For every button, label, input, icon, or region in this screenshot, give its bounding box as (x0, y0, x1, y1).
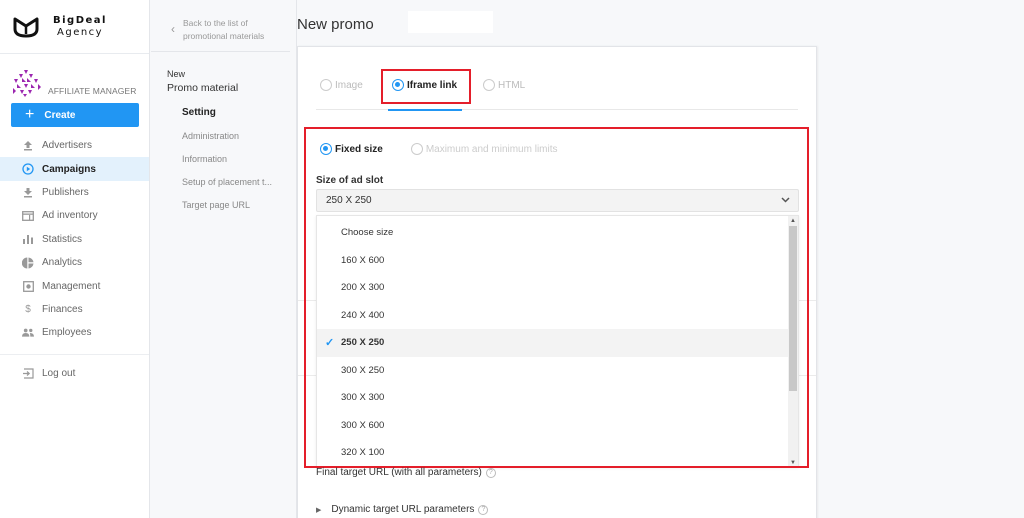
sidebar-item-employees[interactable]: Employees (0, 321, 149, 344)
subnav-item-placement-setup[interactable]: Setup of placement t... (182, 171, 296, 194)
plus-icon: + (25, 106, 35, 123)
sidebar-item-label: Publishers (42, 186, 89, 198)
sidebar-item-management[interactable]: Management (0, 274, 149, 297)
brand-subname: Agency (57, 26, 104, 38)
sidebar-item-label: Statistics (42, 233, 83, 245)
brand[interactable]: BigDeal Agency (0, 0, 149, 54)
secondary-nav: ‹ Back to the list of promotional materi… (151, 0, 297, 518)
subnav-item-setting[interactable]: Setting (182, 101, 296, 124)
sidebar-item-label: Management (42, 280, 101, 292)
create-label: Create (44, 109, 76, 121)
brand-name: BigDeal (53, 14, 107, 26)
help-icon[interactable]: ? (485, 467, 496, 478)
subnav-item-administration[interactable]: Administration (182, 124, 296, 147)
title-blank-field (408, 11, 493, 33)
logout-icon (22, 368, 34, 380)
avatar (13, 70, 41, 97)
sidebar-item-publishers[interactable]: Publishers (0, 181, 149, 204)
subnav-title-big: Promo material (167, 82, 239, 94)
radio-icon (320, 79, 332, 91)
sidebar-item-analytics[interactable]: Analytics (0, 251, 149, 274)
subnav-item-information[interactable]: Information (182, 147, 296, 170)
sidebar-item-campaigns[interactable]: Campaigns (0, 157, 149, 181)
caret-right-icon: ▶ (316, 506, 322, 514)
download-icon (22, 186, 34, 198)
sidebar-item-advertisers[interactable]: Advertisers (0, 134, 149, 157)
type-option-label: Image (335, 79, 363, 91)
sidebar-item-label: Ad inventory (42, 210, 98, 222)
create-button[interactable]: + Create (11, 103, 139, 127)
subnav-item-target-page-url[interactable]: Target page URL (182, 194, 296, 217)
sidebar-item-finances[interactable]: $ Finances (0, 298, 149, 321)
back-text-line2: promotional materials (183, 31, 265, 41)
subnav-title-small: New (167, 69, 186, 79)
settings-box-icon (22, 280, 34, 292)
type-option-label: HTML (498, 79, 526, 91)
sidebar-item-label: Analytics (42, 257, 83, 269)
sidebar-item-label: Employees (42, 327, 92, 339)
sidebar-divider (0, 354, 149, 355)
final-url-label: Final target URL (with all parameters) ? (316, 467, 496, 478)
active-tab-indicator (388, 109, 462, 111)
sidebar-item-ad-inventory[interactable]: Ad inventory (0, 204, 149, 227)
final-url-text: Final target URL (with all parameters) (316, 467, 482, 478)
back-text-line1: Back to the list of (183, 18, 248, 28)
upload-icon (22, 140, 34, 152)
radio-icon (483, 79, 495, 91)
sidebar-nav: Advertisers Campaigns Publishers Ad inve… (0, 134, 149, 345)
brand-logo-icon (13, 17, 39, 37)
user-role: AFFILIATE MANAGER (0, 54, 149, 98)
chevron-left-icon: ‹ (171, 22, 175, 36)
play-circle-icon (22, 163, 34, 175)
dynamic-params-toggle[interactable]: ▶ Dynamic target URL parameters ? (316, 504, 489, 515)
window-icon (22, 210, 34, 222)
logout-label: Log out (42, 368, 76, 380)
sidebar-item-label: Campaigns (42, 163, 96, 175)
logout-button[interactable]: Log out (0, 362, 149, 385)
sidebar-item-label: Finances (42, 303, 83, 315)
pie-chart-icon (22, 257, 34, 269)
page-title: New promo (297, 16, 374, 33)
highlight-box-size (304, 127, 809, 468)
sidebar-item-statistics[interactable]: Statistics (0, 228, 149, 251)
type-option-html[interactable]: HTML (483, 79, 525, 91)
main-sidebar: BigDeal Agency AFFILIATE MANAGER + Creat… (0, 0, 150, 518)
sidebar-item-label: Advertisers (42, 140, 93, 152)
role-label: AFFILIATE MANAGER (48, 86, 137, 96)
help-icon[interactable]: ? (478, 504, 489, 515)
dollar-icon: $ (25, 303, 31, 315)
bar-chart-icon (22, 233, 34, 245)
back-link[interactable]: ‹ Back to the list of promotional materi… (151, 0, 290, 52)
dynamic-params-text: Dynamic target URL parameters (331, 504, 475, 515)
subnav-title: New Promo material (151, 52, 296, 94)
type-option-image[interactable]: Image (320, 79, 363, 91)
highlight-box-iframe (381, 69, 471, 104)
people-icon (22, 327, 34, 339)
